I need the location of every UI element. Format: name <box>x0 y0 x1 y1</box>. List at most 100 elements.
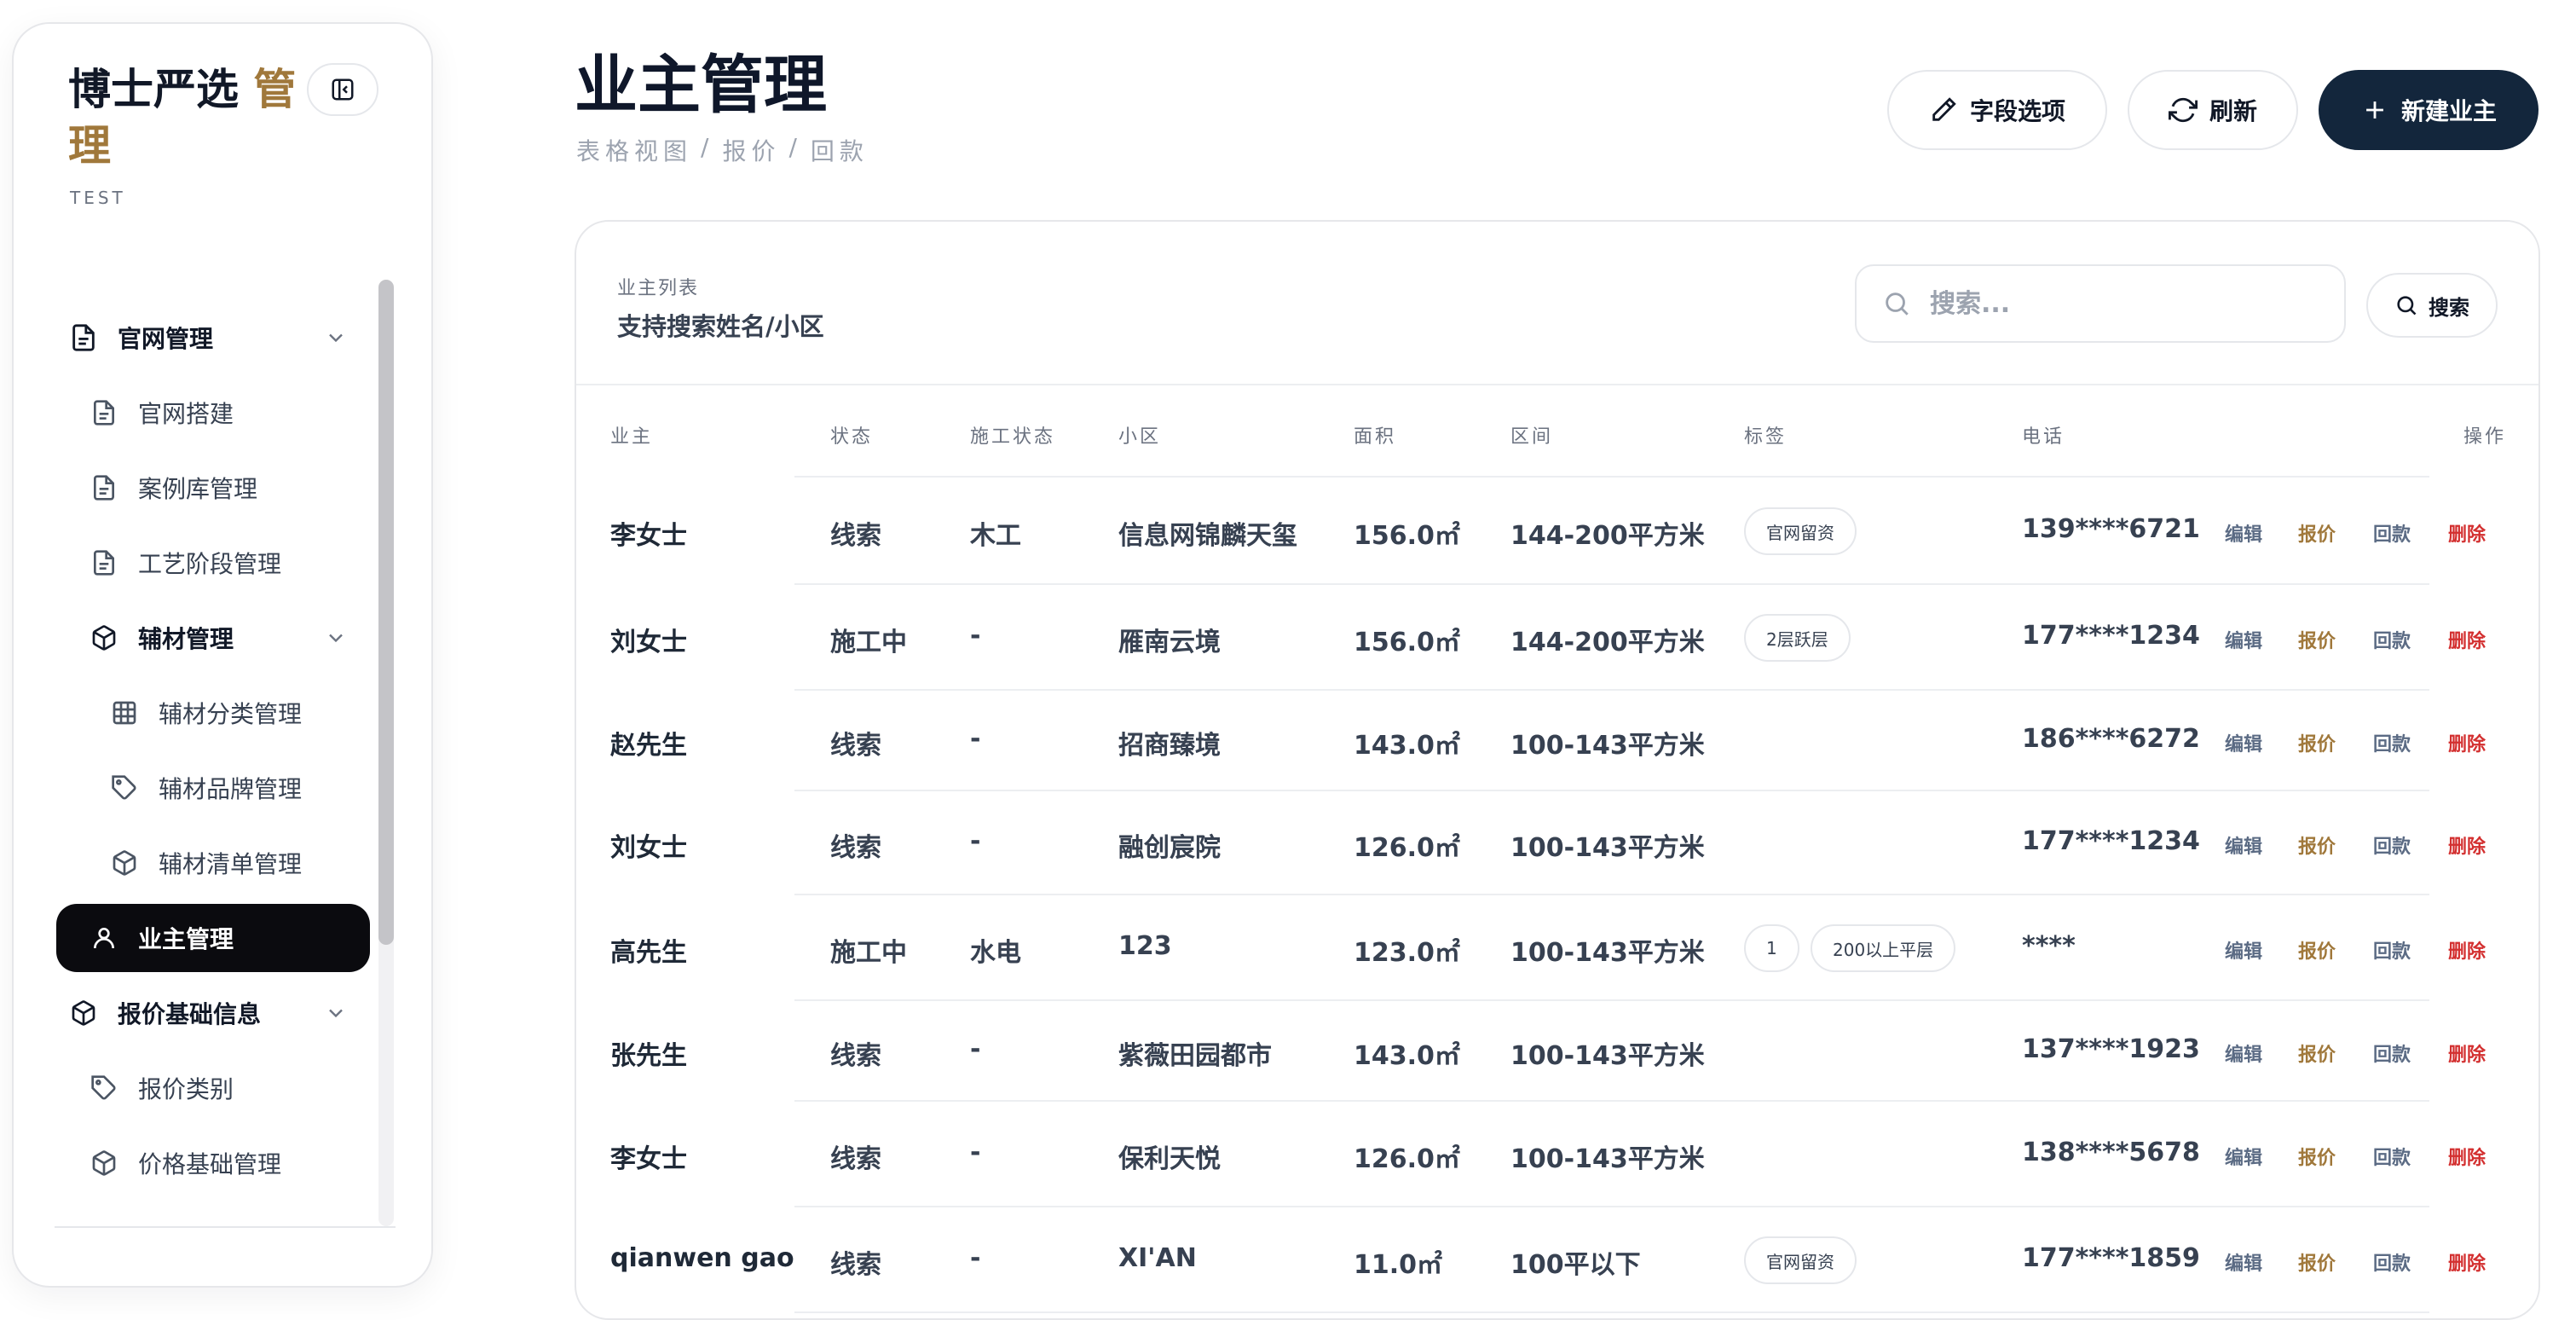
table-row[interactable]: 刘女士 线索 - 融创宸院 126.0㎡ 100-143平方米 177****1234 编辑 报… <box>576 791 2538 895</box>
search-field[interactable] <box>1855 264 2346 343</box>
column-header-owner[interactable]: 业主 <box>610 421 653 449</box>
delete-action-link[interactable]: 删除 <box>2448 1143 2486 1170</box>
edit-action-link[interactable]: 编辑 <box>2225 936 2262 964</box>
payment-action-link[interactable]: 回款 <box>2373 519 2411 547</box>
search-button[interactable]: 搜索 <box>2366 273 2498 338</box>
area-cell: 126.0㎡ <box>1354 1144 1460 1174</box>
breadcrumb-payment[interactable]: 回款 <box>811 133 869 167</box>
table-row[interactable]: 高先生 施工中 水电 123 123.0㎡ 100-143平方米 **** 1 200以上平层 编… <box>576 895 2538 1001</box>
sidebar-item-materials[interactable]: 辅材管理 <box>89 604 367 672</box>
payment-action-link[interactable]: 回款 <box>2373 626 2411 653</box>
column-header-area[interactable]: 面积 <box>1354 421 1396 449</box>
field-options-button[interactable]: 字段选项 <box>1887 70 2107 150</box>
sidebar-item-website[interactable]: 官网管理 <box>68 304 367 372</box>
quote-action-link[interactable]: 报价 <box>2298 936 2336 964</box>
edit-action-link[interactable]: 编辑 <box>2225 1143 2262 1170</box>
range-cell: 100-143平方米 <box>1510 938 1705 968</box>
sidebar-item-quote-category[interactable]: 报价类别 <box>89 1054 367 1122</box>
area-cell: 126.0㎡ <box>1354 833 1460 863</box>
quote-action-link[interactable]: 报价 <box>2298 831 2336 859</box>
sidebar-item-website-build[interactable]: 官网搭建 <box>89 379 367 447</box>
status-cell: 线索 <box>830 1041 881 1071</box>
delete-action-link[interactable]: 删除 <box>2448 626 2486 653</box>
sidebar-item-case-library[interactable]: 案例库管理 <box>89 454 367 522</box>
collapse-sidebar-button[interactable] <box>307 63 378 116</box>
phone-cell: 138****5678 <box>2022 1138 2200 1167</box>
breadcrumb-table-view[interactable]: 表格视图 <box>576 133 692 167</box>
sidebar-item-quote-basics[interactable]: 报价基础信息 <box>68 979 367 1047</box>
quote-action-link[interactable]: 报价 <box>2298 626 2336 653</box>
payment-action-link[interactable]: 回款 <box>2373 831 2411 859</box>
sidebar-item-owners[interactable]: 业主管理 <box>56 904 370 972</box>
tag-badge: 1 <box>1744 924 1799 972</box>
delete-action-link[interactable]: 删除 <box>2448 936 2486 964</box>
construction-status-cell: - <box>970 826 981 856</box>
table-row[interactable]: 张先生 线索 - 紫薇田园都市 143.0㎡ 100-143平方米 137****1923 编… <box>576 1001 2538 1102</box>
sidebar-item-material-list[interactable]: 辅材清单管理 <box>109 829 367 897</box>
tag-badge: 官网留资 <box>1744 1236 1857 1284</box>
column-header-tags[interactable]: 标签 <box>1744 421 1787 449</box>
tag-badge: 2层跃层 <box>1744 614 1851 662</box>
document-icon <box>89 472 119 503</box>
community-cell: 招商臻境 <box>1118 731 1221 761</box>
create-owner-button[interactable]: 新建业主 <box>2319 70 2538 150</box>
table-row[interactable]: 李女士 线索 木工 信息网锦麟天玺 156.0㎡ 144-200平方米 139****672… <box>576 478 2538 585</box>
edit-action-link[interactable]: 编辑 <box>2225 1039 2262 1067</box>
sidebar-item-label: 辅材清单管理 <box>159 850 303 878</box>
edit-action-link[interactable]: 编辑 <box>2225 1248 2262 1276</box>
delete-action-link[interactable]: 删除 <box>2448 729 2486 756</box>
construction-status-cell: - <box>970 1243 981 1273</box>
column-header-phone[interactable]: 电话 <box>2022 421 2065 449</box>
delete-action-link[interactable]: 删除 <box>2448 1248 2486 1276</box>
user-icon <box>89 923 119 953</box>
payment-action-link[interactable]: 回款 <box>2373 936 2411 964</box>
range-cell: 144-200平方米 <box>1510 521 1705 551</box>
edit-action-link[interactable]: 编辑 <box>2225 729 2262 756</box>
grid-icon <box>109 698 140 728</box>
sidebar-item-material-category[interactable]: 辅材分类管理 <box>109 679 367 747</box>
payment-action-link[interactable]: 回款 <box>2373 1143 2411 1170</box>
quote-action-link[interactable]: 报价 <box>2298 1143 2336 1170</box>
delete-action-link[interactable]: 删除 <box>2448 831 2486 859</box>
quote-action-link[interactable]: 报价 <box>2298 729 2336 756</box>
sidebar-item-price-basics[interactable]: 价格基础管理 <box>89 1129 367 1197</box>
quote-action-link[interactable]: 报价 <box>2298 1248 2336 1276</box>
breadcrumb-quote[interactable]: 报价 <box>722 133 780 167</box>
chevron-down-icon <box>324 626 348 656</box>
brand-name-accent-2: 理 <box>68 120 111 171</box>
table-row[interactable]: qianwen gao 线索 - XI'AN 11.0㎡ 100平以下 177****185… <box>576 1207 2538 1313</box>
column-header-range[interactable]: 区间 <box>1510 421 1553 449</box>
sidebar-nav: 官网管理 官网搭建 案例库管理 工艺阶段管理 辅材管理 辅材分类管理 辅材品牌管… <box>14 295 431 1226</box>
document-icon <box>89 397 119 428</box>
payment-action-link[interactable]: 回款 <box>2373 1248 2411 1276</box>
quote-action-link[interactable]: 报价 <box>2298 519 2336 547</box>
delete-action-link[interactable]: 删除 <box>2448 1039 2486 1067</box>
refresh-button[interactable]: 刷新 <box>2128 70 2298 150</box>
area-cell: 11.0㎡ <box>1354 1250 1443 1280</box>
sidebar-item-label: 报价类别 <box>138 1075 234 1103</box>
edit-action-link[interactable]: 编辑 <box>2225 519 2262 547</box>
sidebar-item-label: 价格基础管理 <box>138 1150 282 1178</box>
owner-cell: 李女士 <box>610 521 687 551</box>
edit-action-link[interactable]: 编辑 <box>2225 831 2262 859</box>
sidebar-item-process-stage[interactable]: 工艺阶段管理 <box>89 529 367 597</box>
payment-action-link[interactable]: 回款 <box>2373 1039 2411 1067</box>
sidebar-item-material-brand[interactable]: 辅材品牌管理 <box>109 754 367 822</box>
column-header-community[interactable]: 小区 <box>1118 421 1161 449</box>
column-header-construction[interactable]: 施工状态 <box>970 421 1055 449</box>
quote-action-link[interactable]: 报价 <box>2298 1039 2336 1067</box>
range-cell: 100-143平方米 <box>1510 1144 1705 1174</box>
payment-action-link[interactable]: 回款 <box>2373 729 2411 756</box>
table-row[interactable]: 赵先生 线索 - 招商臻境 143.0㎡ 100-143平方米 186****6272 编辑 报… <box>576 691 2538 791</box>
column-header-status[interactable]: 状态 <box>830 421 873 449</box>
status-cell: 线索 <box>830 1250 881 1280</box>
community-cell: XI'AN <box>1118 1243 1197 1273</box>
edit-action-link[interactable]: 编辑 <box>2225 626 2262 653</box>
area-cell: 156.0㎡ <box>1354 628 1460 657</box>
table-row[interactable]: 刘女士 施工中 - 雁南云境 156.0㎡ 144-200平方米 177****1234 2层… <box>576 585 2538 691</box>
delete-action-link[interactable]: 删除 <box>2448 519 2486 547</box>
sidebar-item-label: 辅材管理 <box>138 625 234 653</box>
search-input[interactable] <box>1928 287 2307 320</box>
sidebar-item-label: 辅材分类管理 <box>159 700 303 728</box>
table-row[interactable]: 李女士 线索 - 保利天悦 126.0㎡ 100-143平方米 138****5678 编辑 报… <box>576 1102 2538 1207</box>
